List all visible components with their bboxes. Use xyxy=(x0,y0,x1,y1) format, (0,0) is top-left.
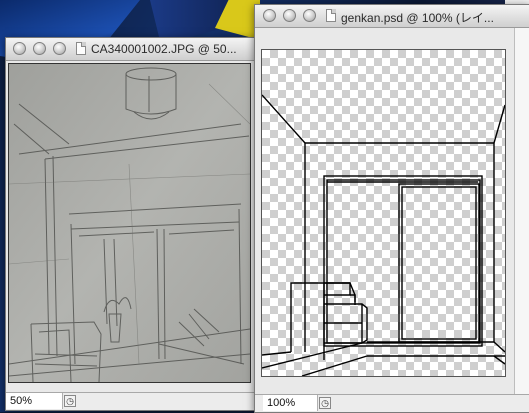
zoom-icon[interactable] xyxy=(53,42,66,55)
psd-window-statusbar: 100% ◷ xyxy=(255,394,529,412)
document-icon[interactable] xyxy=(326,9,336,22)
pencil-sketch-image xyxy=(9,64,250,382)
psd-window-titlebar[interactable]: genkan.psd @ 100% (レイ... xyxy=(255,5,529,28)
genkan-line-drawing xyxy=(262,94,505,376)
photo-canvas[interactable] xyxy=(8,63,251,383)
psd-canvas[interactable] xyxy=(261,49,506,377)
status-arrow-icon[interactable]: ◷ xyxy=(64,395,76,407)
vertical-scrollbar[interactable] xyxy=(514,28,529,395)
zoom-level-field[interactable]: 100% xyxy=(263,395,318,411)
status-arrow-icon[interactable]: ◷ xyxy=(319,397,331,409)
minimize-icon[interactable] xyxy=(283,9,296,22)
minimize-icon[interactable] xyxy=(33,42,46,55)
photo-window[interactable]: CA340001002.JPG @ 50... 50% ◷ xyxy=(5,37,257,411)
zoom-level-field[interactable]: 50% xyxy=(6,393,63,409)
psd-window[interactable]: genkan.psd @ 100% (レイ... 100% ◷ xyxy=(254,4,529,413)
photo-window-titlebar[interactable]: CA340001002.JPG @ 50... xyxy=(6,38,256,61)
document-icon[interactable] xyxy=(76,42,86,55)
close-icon[interactable] xyxy=(13,42,26,55)
photo-window-title: CA340001002.JPG @ 50... xyxy=(91,42,237,56)
psd-window-title: genkan.psd @ 100% (レイ... xyxy=(341,11,494,25)
zoom-icon[interactable] xyxy=(303,9,316,22)
close-icon[interactable] xyxy=(263,9,276,22)
photo-window-statusbar: 50% ◷ xyxy=(6,392,256,410)
